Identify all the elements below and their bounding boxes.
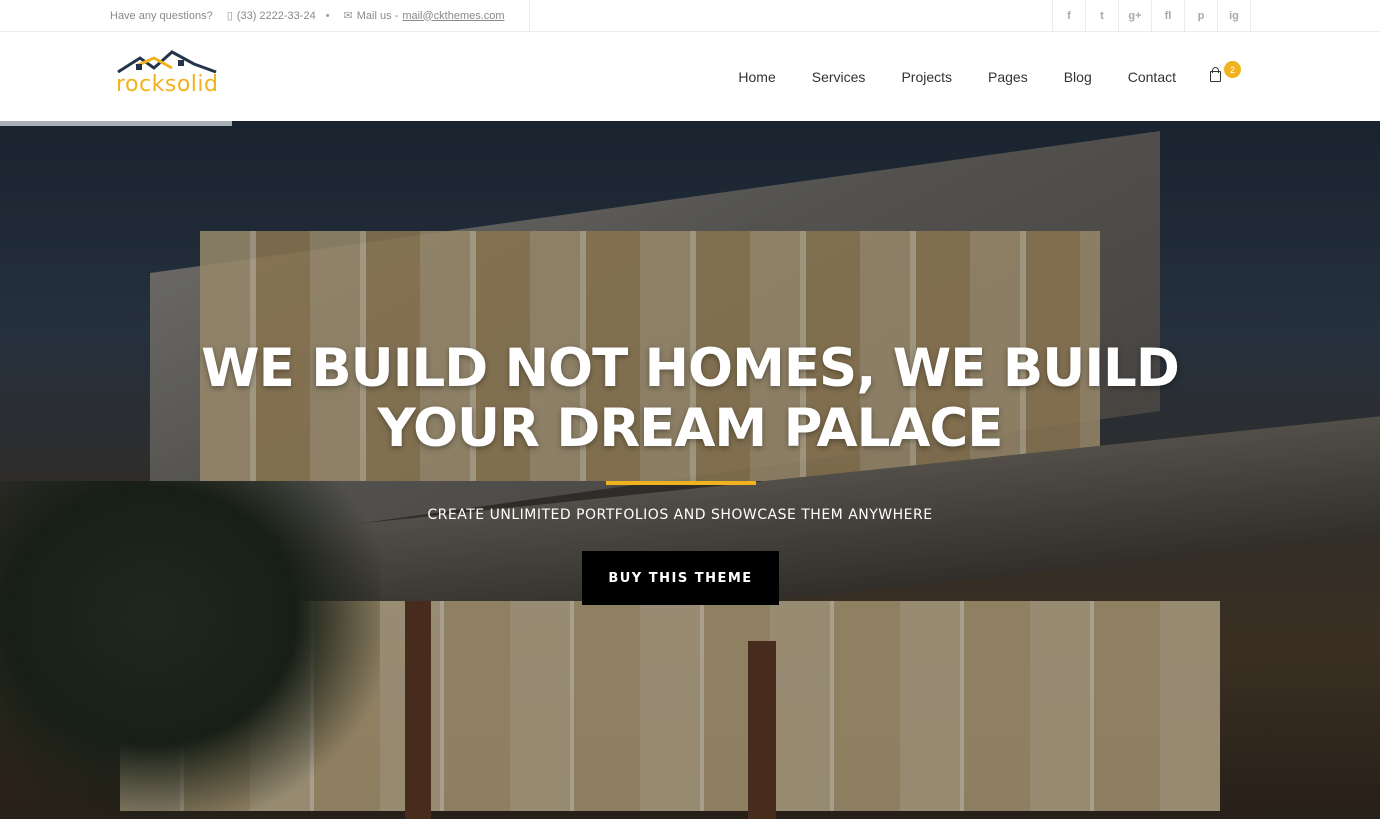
- hero-title-line-1: WE BUILD NOT HOMES, WE BUILD: [201, 338, 1180, 399]
- slider-progress-bar: [0, 121, 232, 126]
- nav-home[interactable]: Home: [738, 69, 775, 85]
- google-plus-icon[interactable]: g+: [1119, 0, 1152, 31]
- social-links: f t g+ fl p ig: [1052, 0, 1251, 31]
- questions-text: Have any questions?: [110, 9, 213, 22]
- nav-services[interactable]: Services: [812, 69, 866, 85]
- site-logo[interactable]: rocksolid: [114, 50, 224, 100]
- facebook-icon[interactable]: f: [1053, 0, 1086, 31]
- nav-blog[interactable]: Blog: [1064, 69, 1092, 85]
- phone-icon: ▯: [226, 10, 233, 22]
- mail-prefix: Mail us -: [356, 9, 399, 22]
- phone-number: (33) 2222-33-24: [236, 9, 316, 22]
- buy-theme-button[interactable]: BUY THIS THEME: [582, 551, 779, 605]
- pinterest-icon[interactable]: p: [1185, 0, 1218, 31]
- instagram-icon[interactable]: ig: [1218, 0, 1251, 31]
- logo-text: rocksolid: [116, 72, 219, 97]
- nav-contact[interactable]: Contact: [1128, 69, 1176, 85]
- twitter-icon[interactable]: t: [1086, 0, 1119, 31]
- hero-slider: WE BUILD NOT HOMES, WE BUILD YOUR DREAM …: [0, 121, 1380, 819]
- main-nav: Home Services Projects Pages Blog Contac…: [702, 32, 1176, 121]
- mail-link[interactable]: mail@ckthemes.com: [402, 10, 504, 22]
- top-bar: Have any questions? ▯ (33) 2222-33-24 • …: [0, 0, 1380, 32]
- hero-title: WE BUILD NOT HOMES, WE BUILD YOUR DREAM …: [0, 339, 1380, 459]
- separator-dot: •: [325, 9, 330, 22]
- hero-subtitle: CREATE UNLIMITED PORTFOLIOS AND SHOWCASE…: [427, 507, 933, 523]
- mail-icon: ✉: [343, 10, 353, 22]
- nav-pages[interactable]: Pages: [988, 69, 1028, 85]
- flickr-icon[interactable]: fl: [1152, 0, 1185, 31]
- title-underline: [606, 481, 756, 485]
- hero-title-line-2: YOUR DREAM PALACE: [377, 398, 1004, 459]
- nav-projects[interactable]: Projects: [901, 69, 952, 85]
- contact-info: Have any questions? ▯ (33) 2222-33-24 • …: [110, 0, 505, 31]
- cart-icon[interactable]: [1208, 66, 1224, 84]
- topbar-divider: [529, 0, 530, 31]
- cart-count-badge: 2: [1224, 61, 1241, 78]
- main-header: rocksolid Home Services Projects Pages B…: [0, 32, 1380, 121]
